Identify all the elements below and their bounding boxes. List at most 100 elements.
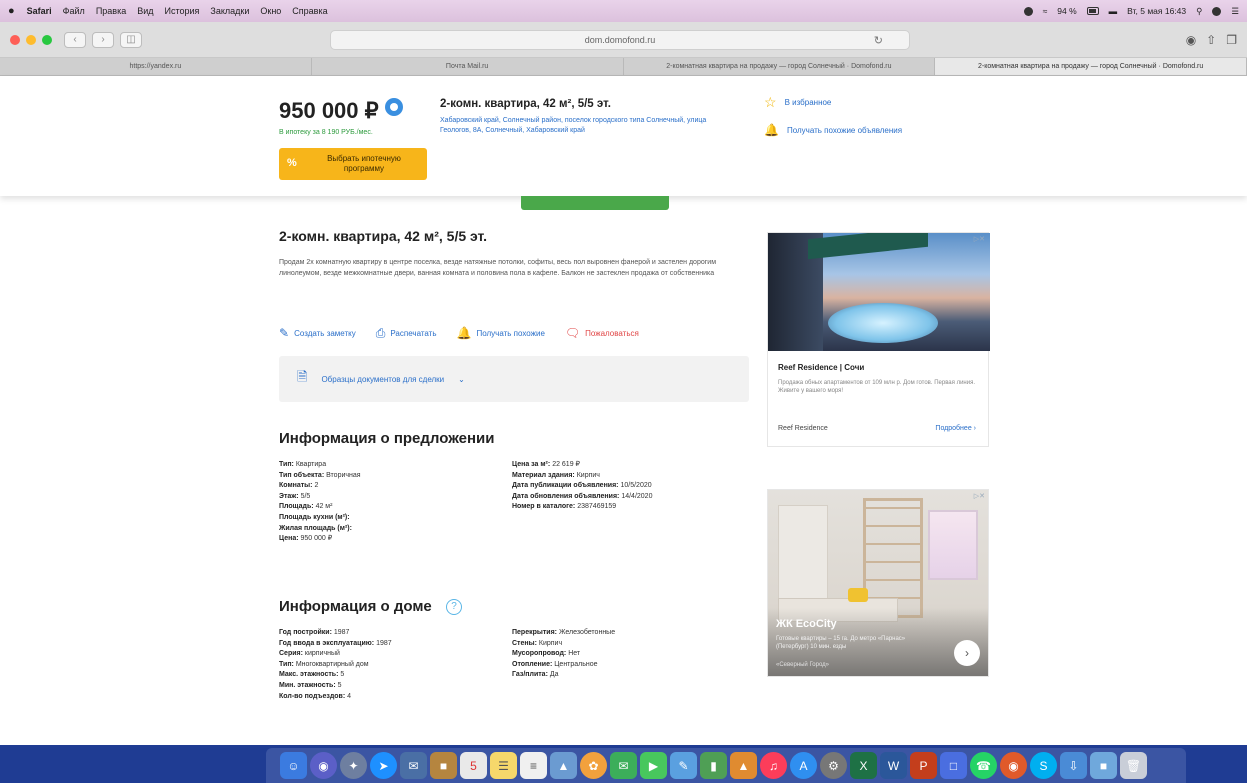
ad-close-icon[interactable]: ▷✕ [974, 235, 985, 243]
whatsapp-icon[interactable]: ☎ [970, 752, 997, 779]
ad-more-link[interactable]: Подробнее › [935, 425, 976, 432]
price-info-icon[interactable] [385, 98, 403, 116]
document-icon: 🗎 [297, 369, 308, 384]
minimize-window-button[interactable] [26, 34, 36, 45]
tabs-overview-icon[interactable]: ❐ [1226, 33, 1237, 47]
print-button[interactable]: ⎙ Распечатать [376, 327, 437, 339]
offer-info-heading: Информация о предложении [279, 430, 495, 447]
ad-title[interactable]: ЖК EcoCity [776, 618, 837, 630]
contacts-icon[interactable]: ■ [430, 752, 457, 779]
maps-icon[interactable]: ▲ [550, 752, 577, 779]
share-icon[interactable]: ⇧ [1206, 33, 1216, 47]
ad-ecocity[interactable]: ▷✕ ЖК EcoCity Готовые квартиры – 15 га. … [767, 489, 989, 677]
reminders-icon[interactable]: ≡ [520, 752, 547, 779]
music-icon[interactable]: ♫ [760, 752, 787, 779]
siri-icon[interactable] [1212, 6, 1222, 16]
house-info-heading: Информация о доме [279, 598, 432, 615]
sticky-address[interactable]: Хабаровский край, Солнечный район, посел… [440, 116, 720, 136]
ad-image-pool [828, 303, 938, 343]
print-label: Распечатать [390, 328, 437, 338]
apple-menu-icon[interactable]: ● [8, 5, 15, 17]
get-similar-button[interactable]: 🔔 Получать похожие [457, 327, 545, 339]
create-note-button[interactable]: ✎ Создать заметку [279, 327, 356, 339]
complain-button[interactable]: 🗨 Пожаловаться [565, 327, 639, 339]
downloads-icon[interactable]: ⇩ [1060, 752, 1087, 779]
safari-icon[interactable]: ➤ [370, 752, 397, 779]
menu-history[interactable]: История [165, 6, 200, 16]
menu-help[interactable]: Справка [292, 6, 327, 16]
menu-file[interactable]: Файл [63, 6, 85, 16]
excel-icon[interactable]: X [850, 752, 877, 779]
sticky-listing-header: 950 000 ₽ В ипотеку за 8 190 РУБ./мес. %… [0, 76, 1247, 196]
calendar-icon[interactable]: 5 [460, 752, 487, 779]
notification-center-icon[interactable]: ☰ [1231, 6, 1239, 17]
ad-title[interactable]: Reef Residence | Сочи [778, 363, 864, 372]
ad-image[interactable] [768, 233, 990, 351]
help-icon[interactable]: ? [446, 599, 462, 615]
house-info-right: Перекрытия: Железобетонные Стены: Кирпич… [512, 628, 615, 681]
document-templates-dropdown[interactable]: 🗎 Образцы документов для сделки ⌄ [279, 356, 749, 402]
battery-icon[interactable] [1086, 7, 1099, 15]
tab-domofond-2[interactable]: 2-комнатная квартира на продажу — город … [935, 58, 1247, 75]
address-bar[interactable]: dom.domofond.ru ↻ [330, 30, 910, 50]
ad-text: Продажа обных апартаментов от 109 млн р.… [778, 380, 975, 394]
launchpad-icon[interactable]: ✦ [340, 752, 367, 779]
house-row: Стены: Кирпич [512, 639, 563, 647]
choose-mortgage-button[interactable]: % Выбрать ипотечную программу [279, 148, 427, 180]
offer-row: Номер в каталоге: 2387469159 [512, 503, 617, 511]
messages-icon[interactable]: ✉ [610, 752, 637, 779]
skype-icon[interactable]: S [1030, 752, 1057, 779]
menu-edit[interactable]: Правка [96, 6, 126, 16]
tab-mail[interactable]: Почта Mail.ru [312, 58, 624, 75]
ad-reef-residence[interactable]: ▷✕ Reef Residence | Сочи Продажа обных а… [767, 232, 990, 447]
extension-icon[interactable]: ◉ [1186, 33, 1196, 47]
chevron-right-icon[interactable]: › [954, 640, 980, 666]
mail-icon[interactable]: ✉ [400, 752, 427, 779]
numbers-icon[interactable]: ▮ [700, 752, 727, 779]
firefox-icon[interactable]: ◉ [1000, 752, 1027, 779]
house-row: Отопление: Центральное [512, 660, 598, 668]
back-button[interactable]: ‹ [64, 31, 86, 48]
input-source-icon[interactable]: ▬ [1109, 6, 1118, 16]
tab-bar: https://yandex.ru Почта Mail.ru 2-комнат… [0, 58, 1247, 76]
word-icon[interactable]: W [880, 752, 907, 779]
forward-button[interactable]: › [92, 31, 114, 48]
menu-safari[interactable]: Safari [27, 6, 52, 16]
listing-description: Продам 2х комнатную квартиру в центре по… [279, 259, 717, 277]
reload-icon[interactable]: ↻ [874, 34, 883, 47]
menu-window[interactable]: Окно [260, 6, 281, 16]
close-window-button[interactable] [10, 34, 20, 45]
photos-icon[interactable]: ✿ [580, 752, 607, 779]
trash-icon[interactable]: 🗑 [1120, 752, 1147, 779]
mortgage-note[interactable]: В ипотеку за 8 190 РУБ./мес. [279, 129, 373, 136]
app-store-icon[interactable]: A [790, 752, 817, 779]
folder-icon[interactable]: ■ [1090, 752, 1117, 779]
menu-view[interactable]: Вид [137, 6, 153, 16]
menu-bookmarks[interactable]: Закладки [210, 6, 249, 16]
tab-domofond-1[interactable]: 2-комнатная квартира на продажу — город … [624, 58, 936, 75]
powerpoint-icon[interactable]: P [910, 752, 937, 779]
contact-button-strip[interactable] [521, 196, 669, 210]
keynote-icon[interactable]: ▲ [730, 752, 757, 779]
sidebar-toggle-button[interactable]: ◫ [120, 31, 142, 48]
macos-menu-bar: ● Safari Файл Правка Вид История Закладк… [0, 0, 1247, 22]
system-preferences-icon[interactable]: ⚙ [820, 752, 847, 779]
clock[interactable]: Вт, 5 мая 16:43 [1127, 6, 1186, 16]
favorites-label: В избранное [784, 97, 832, 107]
ad-close-icon[interactable]: ▷✕ [974, 492, 985, 500]
preview-icon[interactable]: □ [940, 752, 967, 779]
siri-icon[interactable]: ◉ [310, 752, 337, 779]
house-row: Тип: Многоквартирный дом [279, 660, 369, 668]
wifi-icon[interactable]: ≈ [1043, 6, 1048, 16]
add-to-favorites[interactable]: ☆ В избранное [764, 95, 831, 109]
zoom-window-button[interactable] [42, 34, 52, 45]
status-app-icon[interactable] [1023, 6, 1033, 16]
spotlight-icon[interactable]: ⚲ [1196, 6, 1202, 17]
finder-icon[interactable]: ☺ [280, 752, 307, 779]
pages-icon[interactable]: ✎ [670, 752, 697, 779]
tab-yandex[interactable]: https://yandex.ru [0, 58, 312, 75]
subscribe-similar[interactable]: 🔔 Получать похожие объявления [764, 124, 902, 136]
listing-title: 2-комн. квартира, 42 м², 5/5 эт. [279, 228, 488, 244]
facetime-icon[interactable]: ▶ [640, 752, 667, 779]
notes-icon[interactable]: ☰ [490, 752, 517, 779]
